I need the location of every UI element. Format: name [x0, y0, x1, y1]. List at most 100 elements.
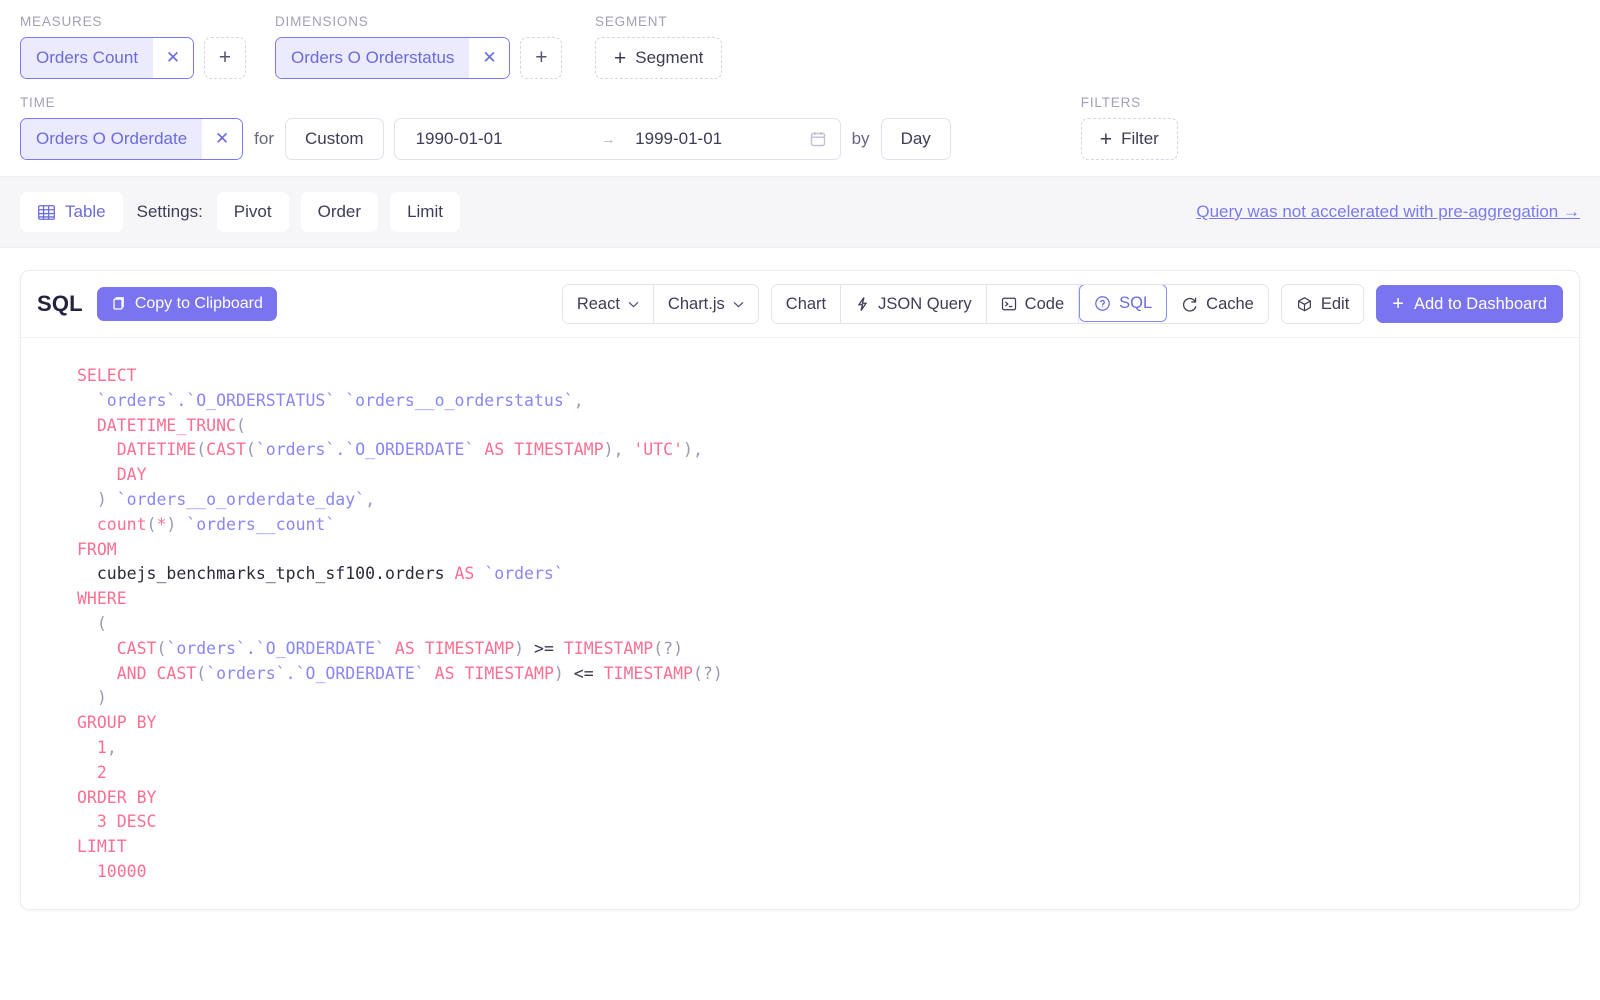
remove-time-icon[interactable]: ✕	[202, 119, 243, 159]
add-segment-button[interactable]: + Segment	[595, 37, 723, 79]
measures-label: MEASURES	[20, 14, 103, 29]
sql-line: (	[96, 613, 107, 633]
tab-sql-label: SQL	[1119, 293, 1153, 312]
sql-line: SELECT	[77, 366, 137, 385]
sql-line: 2	[96, 762, 107, 782]
copy-to-clipboard-button[interactable]: Copy to Clipboard	[96, 287, 277, 321]
builder-row-time: TIME Orders O Orderdate ✕ for Custom 199…	[20, 95, 1580, 160]
granularity-button[interactable]: Day	[880, 118, 951, 160]
tab-sql[interactable]: SQL	[1079, 285, 1168, 322]
tab-json-query-label: JSON Query	[878, 294, 972, 313]
copy-to-clipboard-label: Copy to Clipboard	[134, 295, 263, 312]
tab-cache[interactable]: Cache	[1167, 285, 1268, 323]
tab-chart[interactable]: Chart	[771, 285, 842, 323]
time-chip-orders-o-orderdate[interactable]: Orders O Orderdate ✕	[20, 118, 244, 160]
add-filter-button[interactable]: + Filter	[1080, 118, 1178, 160]
sql-line: `orders`.`O_ORDERSTATUS` `orders__o_orde…	[96, 390, 584, 410]
tab-code[interactable]: Code	[986, 285, 1080, 323]
measures-controls: Orders Count ✕ +	[20, 37, 275, 79]
chart-type-button-table[interactable]: Table	[20, 192, 123, 232]
by-word: by	[851, 129, 870, 148]
tab-code-label: Code	[1024, 294, 1065, 313]
remove-dimension-icon[interactable]: ✕	[469, 38, 510, 78]
tab-cache-label: Cache	[1206, 294, 1254, 313]
library-select[interactable]: Chart.js	[653, 285, 758, 323]
range-arrow-icon: →	[600, 130, 616, 148]
add-measure-button[interactable]: +	[204, 37, 247, 79]
segment-label: SEGMENT	[595, 14, 668, 29]
date-to-input[interactable]: 1999-01-01	[627, 129, 808, 149]
question-circle-icon	[1094, 295, 1111, 312]
sql-line: )	[96, 688, 107, 708]
pivot-button[interactable]: Pivot	[216, 192, 289, 232]
table-grid-icon	[37, 203, 56, 222]
chart-type-label: Table	[65, 202, 106, 221]
plus-icon: +	[1099, 127, 1113, 151]
measure-chip-label: Orders Count	[21, 38, 154, 78]
dimension-chip-orders-o-orderstatus[interactable]: Orders O Orderstatus ✕	[275, 37, 511, 79]
settings-bar: Table Settings: Pivot Order Limit Query …	[0, 176, 1600, 248]
pre-aggregation-link[interactable]: Query was not accelerated with pre-aggre…	[1196, 202, 1580, 222]
filters-label: FILTERS	[1080, 95, 1141, 110]
sql-line: CAST(`orders`.`O_ORDERDATE` AS TIMESTAMP…	[116, 638, 684, 658]
edit-label: Edit	[1320, 294, 1350, 313]
date-range-mode-button[interactable]: Custom	[285, 118, 384, 160]
tab-chart-label: Chart	[785, 294, 827, 313]
query-builder: MEASURES Orders Count ✕ + DIMENSIONS Ord…	[0, 0, 1600, 176]
sql-line: count(*) `orders__count`	[96, 514, 336, 534]
time-label: TIME	[20, 95, 56, 110]
sql-code-block[interactable]: SELECT `orders`.`O_ORDERSTATUS` `orders_…	[21, 338, 1579, 885]
cube-icon	[1296, 296, 1313, 313]
date-from-input[interactable]: 1990-01-01	[408, 129, 589, 149]
dimensions-label: DIMENSIONS	[275, 14, 369, 29]
time-controls: Orders O Orderdate ✕ for Custom 1990-01-…	[20, 118, 951, 160]
plus-icon: +	[614, 46, 627, 70]
tab-json-query[interactable]: JSON Query	[841, 285, 987, 323]
chevron-down-icon	[628, 301, 639, 308]
chevron-down-icon	[733, 301, 744, 308]
framework-label: React	[576, 294, 620, 313]
date-range-picker[interactable]: 1990-01-01 → 1999-01-01	[393, 118, 841, 160]
clipboard-icon	[111, 296, 126, 312]
sql-panel-title: SQL	[37, 291, 83, 316]
framework-select[interactable]: React	[562, 285, 654, 323]
lightning-icon	[855, 296, 870, 312]
measures-group: MEASURES Orders Count ✕ +	[20, 14, 275, 79]
add-dimension-button[interactable]: +	[520, 37, 563, 79]
dimensions-controls: Orders O Orderstatus ✕ +	[275, 37, 595, 79]
remove-measure-icon[interactable]: ✕	[153, 38, 194, 78]
terminal-icon	[1001, 296, 1017, 312]
limit-button[interactable]: Limit	[390, 192, 460, 232]
sql-panel-header: SQL Copy to Clipboard React Chart.js Cha…	[21, 271, 1579, 338]
settings-label: Settings:	[136, 202, 203, 221]
sql-line: GROUP BY	[77, 713, 157, 733]
add-to-dashboard-label: Add to Dashboard	[1413, 294, 1547, 313]
refresh-icon	[1181, 296, 1198, 313]
builder-row-primary: MEASURES Orders Count ✕ + DIMENSIONS Ord…	[20, 14, 1580, 79]
filters-group: FILTERS + Filter	[1080, 95, 1178, 160]
sql-line: AND CAST(`orders`.`O_ORDERDATE` AS TIMES…	[116, 663, 723, 683]
order-button[interactable]: Order	[300, 192, 379, 232]
add-to-dashboard-button[interactable]: + Add to Dashboard	[1376, 285, 1563, 323]
measure-chip-orders-count[interactable]: Orders Count ✕	[20, 37, 195, 79]
dimensions-group: DIMENSIONS Orders O Orderstatus ✕ +	[275, 14, 595, 79]
edit-group: Edit	[1280, 284, 1365, 324]
time-chip-label: Orders O Orderdate	[21, 119, 203, 159]
sql-line: 3 DESC	[96, 812, 157, 832]
time-group: TIME Orders O Orderdate ✕ for Custom 199…	[20, 95, 951, 160]
add-segment-label: Segment	[635, 48, 704, 67]
sql-header-actions: React Chart.js Chart JSON Query Code SQL…	[550, 284, 1563, 324]
library-label: Chart.js	[667, 294, 725, 313]
framework-library-group: React Chart.js	[561, 284, 759, 324]
sql-line: DATETIME_TRUNC(	[96, 415, 246, 435]
sql-panel: SQL Copy to Clipboard React Chart.js Cha…	[20, 270, 1580, 910]
sql-line: ORDER BY	[77, 787, 157, 807]
segment-controls: + Segment	[595, 37, 723, 79]
sql-line: ) `orders__o_orderdate_day`,	[96, 489, 376, 509]
calendar-icon[interactable]	[809, 130, 827, 148]
sql-line: LIMIT	[77, 837, 127, 857]
edit-button[interactable]: Edit	[1281, 285, 1364, 323]
segment-group: SEGMENT + Segment	[595, 14, 723, 79]
add-filter-label: Filter	[1121, 129, 1159, 148]
for-word: for	[254, 129, 275, 148]
